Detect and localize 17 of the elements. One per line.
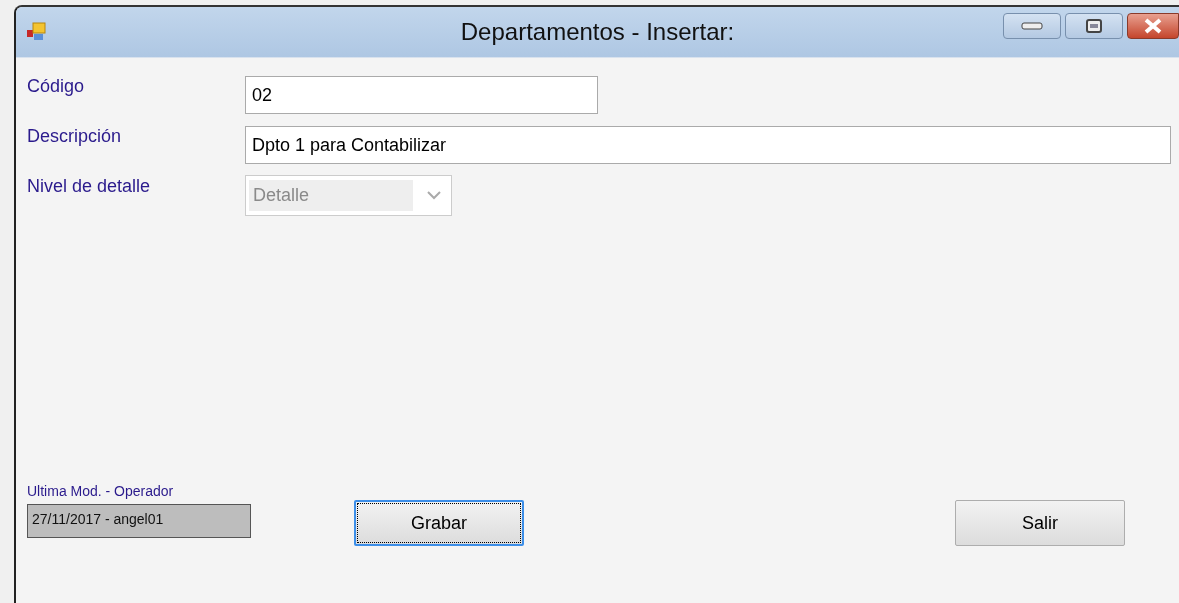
exit-button[interactable]: Salir — [955, 500, 1125, 546]
last-modified-field: 27/11/2017 - angel01 — [27, 504, 251, 538]
field-label: Descripción — [27, 126, 123, 147]
app-icon — [26, 21, 48, 43]
save-button[interactable]: Grabar — [354, 500, 524, 546]
chevron-down-icon — [427, 190, 441, 200]
maximize-icon — [1086, 19, 1102, 33]
minimize-icon — [1021, 22, 1043, 30]
maximize-button[interactable] — [1065, 13, 1123, 39]
field-label: Nivel de detalle — [27, 176, 152, 197]
text-field[interactable]: Dpto 1 para Contabilizar — [245, 126, 1171, 164]
field-label: Código — [27, 76, 86, 97]
text-field[interactable]: 02 — [245, 76, 598, 114]
last-modified-label: Ultima Mod. - Operador — [27, 483, 174, 499]
window-title: Departamentos - Insertar: — [460, 18, 735, 45]
close-button[interactable] — [1127, 13, 1179, 39]
close-icon — [1143, 18, 1163, 34]
